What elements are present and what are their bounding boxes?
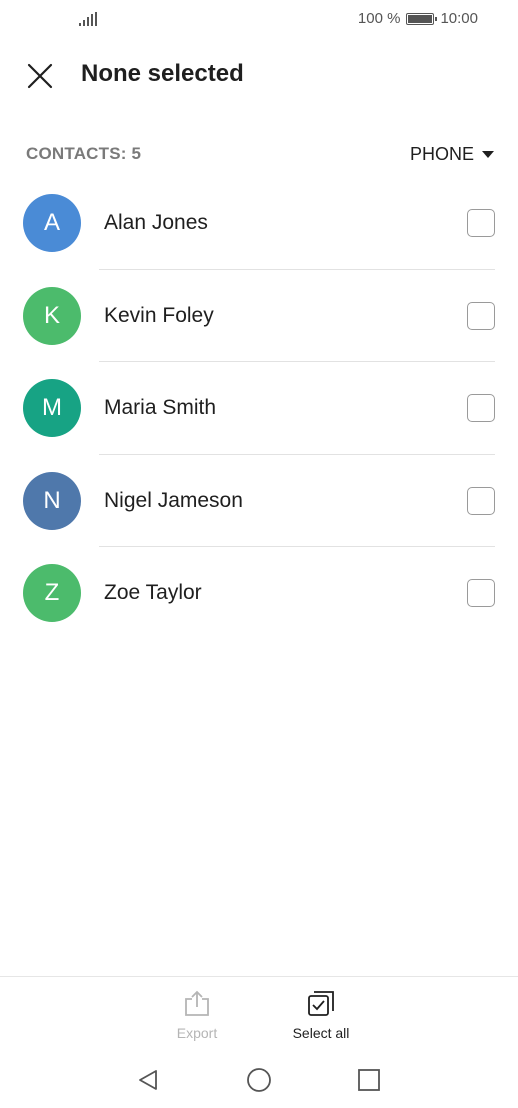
recents-button[interactable] [355, 1066, 383, 1094]
export-icon [185, 990, 209, 1016]
contact-checkbox[interactable] [467, 301, 495, 330]
select-all-icon [308, 991, 334, 1016]
export-button[interactable]: Export [147, 989, 247, 1041]
back-button[interactable] [134, 1066, 162, 1094]
contact-name: Kevin Foley [104, 303, 214, 327]
filter-label: PHONE [409, 144, 474, 164]
close-button[interactable] [22, 58, 58, 94]
page-title: None selected [81, 60, 244, 87]
avatar: M [23, 379, 81, 437]
battery-icon [406, 12, 438, 25]
contacts-summary: CONTACTS: 5 PHONE [0, 142, 518, 168]
battery-percent: 100 % [357, 10, 401, 27]
contact-name: Maria Smith [104, 396, 217, 419]
avatar: Z [23, 564, 81, 622]
contact-checkbox[interactable] [467, 209, 495, 237]
contacts-count: CONTACTS: 5 [26, 144, 142, 163]
back-icon [139, 1070, 157, 1090]
avatar: N [23, 471, 81, 530]
contact-checkbox[interactable] [467, 394, 495, 422]
status-bar: 100 % 10:00 [0, 0, 518, 38]
status-right: 100 % 10:00 [358, 10, 478, 27]
contact-row-kevin-foley[interactable]: K Kevin Foley [0, 270, 518, 362]
contact-row-maria-smith[interactable]: M Maria Smith [0, 362, 518, 455]
contact-checkbox[interactable] [467, 579, 495, 607]
home-button[interactable] [245, 1066, 273, 1094]
contact-row-zoe-taylor[interactable]: Z Zoe Taylor [0, 547, 518, 640]
recents-icon [358, 1069, 380, 1091]
avatar: K [23, 286, 81, 345]
home-icon [247, 1068, 271, 1092]
select-all-button[interactable]: Select all [271, 989, 371, 1041]
contact-checkbox[interactable] [467, 486, 495, 515]
select-all-label: Select all [292, 1025, 350, 1041]
contact-name: Alan Jones [104, 211, 208, 234]
clock: 10:00 [440, 10, 478, 27]
contact-row-nigel-jameson[interactable]: N Nigel Jameson [0, 455, 518, 547]
bottom-action-bar: Export Select all [0, 976, 518, 1048]
contact-list: A Alan Jones K Kevin Foley M Maria Smith… [0, 177, 518, 640]
caret-down-icon [482, 151, 494, 158]
export-label: Export [176, 1025, 218, 1041]
selection-header: None selected [0, 50, 518, 100]
system-nav-bar [0, 1052, 518, 1108]
contact-row-alan-jones[interactable]: A Alan Jones [0, 177, 518, 270]
account-filter-dropdown[interactable]: PHONE [410, 144, 494, 165]
signal-icon [79, 12, 97, 26]
avatar: A [23, 194, 81, 252]
contact-name: Nigel Jameson [104, 488, 243, 512]
close-icon [27, 63, 53, 89]
contact-name: Zoe Taylor [104, 581, 202, 604]
